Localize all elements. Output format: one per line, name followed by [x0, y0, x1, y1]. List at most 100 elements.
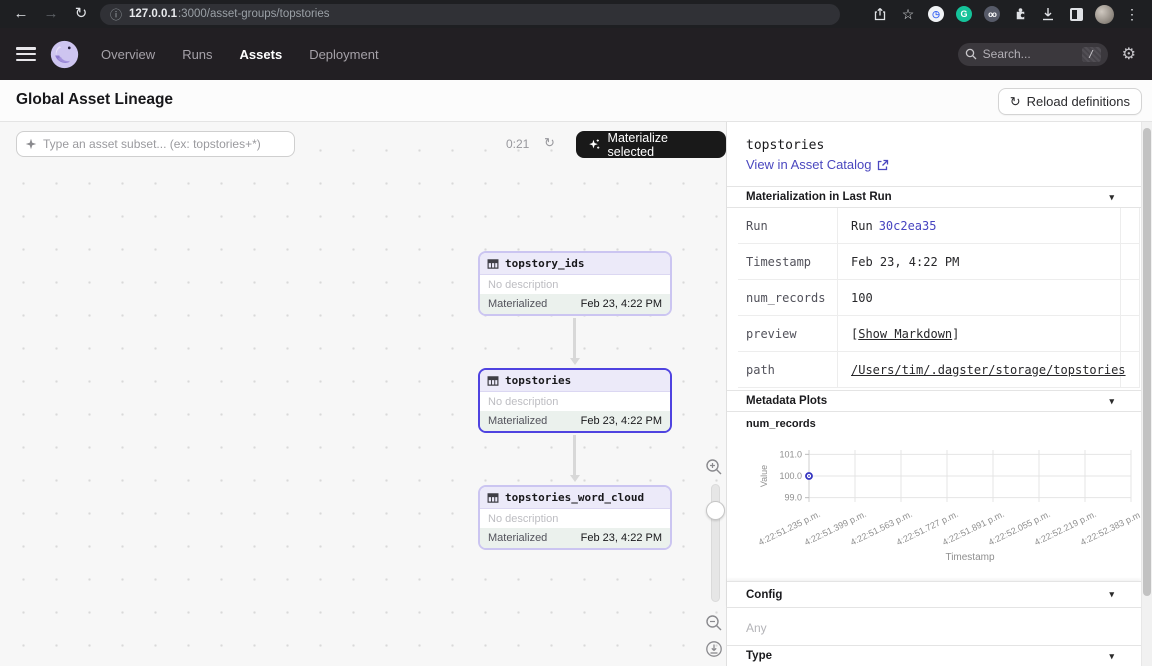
catalog-link-label: View in Asset Catalog: [746, 157, 872, 172]
row-label: Run: [746, 208, 838, 243]
nav-item-overview[interactable]: Overview: [101, 47, 155, 62]
asset-description: No description: [480, 392, 670, 411]
hamburger-menu-icon[interactable]: [16, 47, 36, 61]
table-row-num-records: num_records 100: [738, 280, 1140, 316]
filter-icon: [25, 138, 37, 150]
table-icon: [487, 375, 499, 387]
asset-graph-canvas[interactable]: 0:21 ↻ Materialize selected topstory_ids…: [0, 122, 726, 666]
scrollbar-thumb[interactable]: [1143, 128, 1151, 596]
browser-forward-icon[interactable]: →: [36, 0, 66, 28]
zoom-slider-handle[interactable]: [706, 501, 725, 520]
settings-gear-icon[interactable]: ⚙: [1122, 44, 1136, 64]
table-row-preview: preview [Show Markdown]: [738, 316, 1140, 352]
reload-definitions-icon: ↻: [1010, 94, 1021, 110]
section-metadata-plots[interactable]: Metadata Plots ▾: [727, 390, 1141, 412]
num-records-chart: 101.0100.099.04:22:51.235 p.m.4:22:51.39…: [735, 438, 1141, 570]
extension-onepassword-icon[interactable]: ◷: [922, 0, 950, 28]
row-label: Timestamp: [746, 244, 838, 279]
zoom-out-icon[interactable]: [705, 614, 725, 634]
share-icon[interactable]: [866, 0, 894, 28]
row-label: num_records: [746, 280, 838, 315]
panel-scrollbar[interactable]: [1141, 122, 1152, 666]
section-config[interactable]: Config ▾: [727, 581, 1141, 608]
asset-node-topstories[interactable]: topstories No description Materialized F…: [478, 368, 672, 433]
browser-reload-icon[interactable]: ↻: [66, 0, 96, 28]
downloads-icon[interactable]: [1034, 0, 1062, 28]
svg-text:99.0: 99.0: [784, 493, 802, 503]
plot-title: num_records: [746, 418, 816, 430]
collapse-caret-icon[interactable]: ▾: [1109, 192, 1114, 203]
bracket-close: ]: [952, 327, 959, 341]
asset-node-topstory-ids[interactable]: topstory_ids No description Materialized…: [478, 251, 672, 316]
config-value: Any: [746, 621, 767, 635]
section-materialization-last-run[interactable]: Materialization in Last Run ▾: [727, 186, 1141, 208]
reload-definitions-button[interactable]: ↻ Reload definitions: [998, 88, 1142, 115]
table-row-timestamp: Timestamp Feb 23, 4:22 PM: [738, 244, 1140, 280]
extensions-puzzle-icon[interactable]: [1006, 0, 1034, 28]
asset-materialized-time: Feb 23, 4:22 PM: [581, 532, 662, 544]
asset-name: topstories_word_cloud: [505, 491, 644, 504]
bookmark-star-icon[interactable]: ☆: [894, 0, 922, 28]
svg-text:Value: Value: [759, 465, 769, 487]
nav-item-assets[interactable]: Assets: [240, 47, 283, 62]
section-heading: Metadata Plots: [746, 395, 827, 407]
section-type[interactable]: Type ▾: [727, 645, 1141, 666]
nav-item-deployment[interactable]: Deployment: [309, 47, 378, 62]
svg-text:Timestamp: Timestamp: [945, 552, 995, 563]
row-label: path: [746, 352, 838, 387]
sidebar-toggle-icon[interactable]: [1062, 0, 1090, 28]
search-input[interactable]: [983, 47, 1063, 61]
profile-avatar[interactable]: [1090, 0, 1118, 28]
asset-details-panel: topstories View in Asset Catalog Materia…: [726, 122, 1152, 666]
collapse-caret-icon[interactable]: ▾: [1109, 589, 1114, 600]
reload-definitions-label: Reload definitions: [1027, 94, 1130, 109]
asset-name: topstory_ids: [505, 257, 584, 270]
asset-description: No description: [480, 275, 670, 294]
run-id-link[interactable]: 30c2ea35: [879, 219, 937, 233]
browser-actions: ☆ ◷ G oo ⋮: [866, 0, 1146, 28]
row-value: 100: [851, 280, 1121, 315]
app-navbar: Overview Runs Assets Deployment / ⚙: [0, 28, 1152, 80]
asset-name: topstories: [505, 374, 571, 387]
lineage-edge: [573, 435, 576, 475]
asset-materialized-time: Feb 23, 4:22 PM: [581, 415, 662, 427]
extension-goggles-icon[interactable]: oo: [978, 0, 1006, 28]
section-heading: Type: [746, 650, 772, 662]
svg-text:101.0: 101.0: [779, 449, 802, 459]
nav-links: Overview Runs Assets Deployment: [101, 47, 379, 62]
asset-subset-input[interactable]: [43, 137, 273, 151]
url-host: 127.0.0.1: [129, 8, 177, 20]
timer-refresh-icon[interactable]: ↻: [544, 135, 555, 151]
page-title: Global Asset Lineage: [16, 91, 173, 109]
site-info-icon[interactable]: ⓘ: [110, 6, 122, 23]
nav-item-runs[interactable]: Runs: [182, 47, 212, 62]
section-heading: Materialization in Last Run: [746, 191, 892, 203]
run-prefix: Run: [851, 219, 873, 233]
browser-back-icon[interactable]: ←: [6, 0, 36, 28]
table-row-path: path /Users/tim/.dagster/storage/topstor…: [738, 352, 1140, 388]
asset-status: Materialized: [488, 298, 547, 310]
fit-view-icon[interactable]: [705, 640, 725, 660]
asset-status: Materialized: [488, 415, 547, 427]
browser-toolbar: ← → ↻ ⓘ 127.0.0.1 :3000/asset-groups/top…: [0, 0, 1152, 28]
global-search[interactable]: /: [958, 43, 1108, 66]
show-markdown-link[interactable]: Show Markdown: [858, 327, 952, 341]
collapse-caret-icon[interactable]: ▾: [1109, 396, 1114, 407]
table-row-run: Run Run 30c2ea35: [738, 208, 1140, 244]
address-bar[interactable]: ⓘ 127.0.0.1 :3000/asset-groups/topstorie…: [100, 4, 840, 25]
storage-path-link[interactable]: /Users/tim/.dagster/storage/topstories: [851, 363, 1126, 377]
avatar-image: [1095, 5, 1114, 24]
extension-grammarly-icon[interactable]: G: [950, 0, 978, 28]
materialize-selected-button[interactable]: Materialize selected: [576, 131, 726, 158]
collapse-caret-icon[interactable]: ▾: [1109, 651, 1114, 662]
browser-menu-icon[interactable]: ⋮: [1118, 0, 1146, 28]
asset-filter-box[interactable]: [16, 131, 295, 157]
refresh-timer: 0:21: [506, 137, 529, 151]
asset-status: Materialized: [488, 532, 547, 544]
dagster-logo[interactable]: [50, 40, 79, 69]
asset-node-topstories-word-cloud[interactable]: topstories_word_cloud No description Mat…: [478, 485, 672, 550]
materialize-selected-label: Materialize selected: [608, 131, 714, 159]
zoom-in-icon[interactable]: [705, 458, 725, 478]
materialize-sparkle-icon: [588, 138, 601, 151]
view-in-asset-catalog-link[interactable]: View in Asset Catalog: [746, 157, 889, 172]
